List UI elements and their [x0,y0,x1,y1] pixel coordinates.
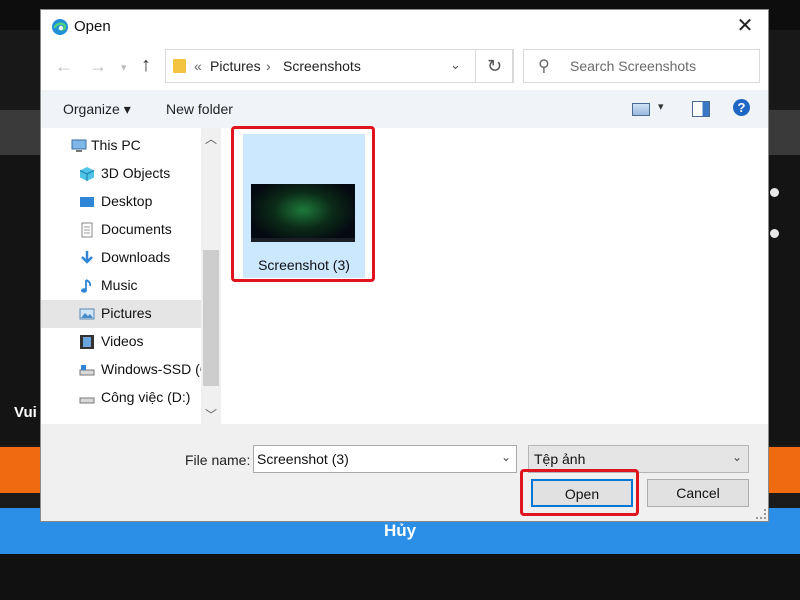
arrow-right-icon[interactable]: → [89,56,107,77]
preview-pane-icon[interactable] [692,101,710,117]
file-list: Screenshot (3) [221,126,768,424]
sidebar-item-label: Windows-SSD (C [101,361,210,377]
sidebar-item-3d-objects[interactable]: 3D Objects [41,160,201,188]
chevron-down-icon[interactable]: ▾ [658,100,664,113]
sidebar-item-label: Videos [101,333,144,349]
download-icon [81,251,93,264]
arrow-left-icon[interactable]: ← [55,56,73,77]
breadcrumb-separator: › [266,58,271,74]
breadcrumb-overflow[interactable]: « [194,58,202,74]
dialog-titlebar[interactable]: Open ✕ [41,10,768,44]
sidebar-item-videos[interactable]: Videos [41,328,201,356]
chevron-down-icon: ⌄ [731,450,742,464]
navigation-pane: This PC 3D Objects Desktop Documents Dow… [41,128,221,424]
chevron-down-icon[interactable]: ▾ [121,61,127,74]
sidebar-item-desktop[interactable]: Desktop [41,188,201,216]
sidebar-item-label: Desktop [101,193,153,209]
search-placeholder: Search Screenshots [570,58,697,74]
refresh-icon: ↻ [486,56,503,76]
navigation-bar: ← → ▾ ↑ « Pictures › Screenshots ⌄ ↻ ⚲ S… [41,44,768,90]
new-folder-button[interactable]: New folder [166,101,233,117]
file-name-value: Screenshot (3) [257,451,349,467]
organize-button[interactable]: Organize ▾ [63,101,131,118]
sidebar-item-label: This PC [91,137,141,153]
sidebar-item-label: Pictures [101,305,152,321]
music-icon [81,279,92,293]
video-icon [80,335,94,349]
sidebar-item-this-pc[interactable]: This PC [41,132,201,160]
sidebar-item-label: Documents [101,221,172,237]
sidebar-item-label: 3D Objects [101,165,171,181]
dialog-footer: File name: Screenshot (3) ⌄ Tệp ảnh ⌄ Op… [41,424,768,521]
sidebar-item-pictures[interactable]: Pictures [41,300,201,328]
scrollbar-thumb[interactable] [203,250,219,386]
highlight-box-open [520,469,639,516]
highlight-box-file [231,126,375,282]
scroll-up-icon[interactable]: ︿ [205,130,217,147]
sidebar-item-cong-viec[interactable]: Công việc (D:) [41,384,201,412]
drive-icon [79,397,95,404]
arrow-up-icon[interactable]: ↑ [141,54,151,77]
navigation-scrollbar[interactable]: ︿ ﹀ [201,128,221,424]
file-name-input[interactable]: Screenshot (3) ⌄ [253,445,517,473]
sidebar-item-label: Công việc (D:) [101,389,191,405]
sidebar-item-documents[interactable]: Documents [41,216,201,244]
sidebar-item-label: Downloads [101,249,171,265]
document-icon [81,222,93,238]
resize-grip[interactable] [756,509,766,519]
chevron-down-icon[interactable]: ⌄ [450,57,461,73]
view-options-icon[interactable] [632,103,650,116]
background-cancel-label: Hủy [383,521,417,540]
edge-browser-icon [52,19,68,35]
background-side-text: Vui [14,404,37,421]
scroll-down-icon[interactable]: ﹀ [205,406,217,423]
cancel-button[interactable]: Cancel [647,479,749,507]
command-toolbar: Organize ▾ New folder ▾ ? [41,90,768,128]
dialog-title: Open [74,18,111,35]
open-file-dialog: Open ✕ ← → ▾ ↑ « Pictures › Screenshots … [40,9,769,522]
breadcrumb-pictures[interactable]: Pictures [210,58,261,74]
refresh-button[interactable]: ↻ [475,49,514,83]
background-bottom [0,554,800,600]
background-dot [770,188,779,197]
cube-icon [79,167,95,181]
computer-icon [71,139,87,152]
folder-icon [173,59,186,73]
close-button[interactable]: ✕ [722,10,768,42]
background-dot [770,229,779,238]
sidebar-item-label: Music [101,277,138,293]
file-name-label: File name: [185,452,251,468]
sidebar-item-windows-ssd[interactable]: Windows-SSD (C [41,356,210,384]
picture-icon [79,308,95,320]
address-bar[interactable]: « Pictures › Screenshots ⌄ [165,49,513,83]
search-icon: ⚲ [538,58,550,75]
search-input[interactable]: ⚲ Search Screenshots [523,49,760,83]
chevron-down-icon[interactable]: ⌄ [501,450,511,464]
desktop-icon [80,197,94,207]
breadcrumb-screenshots[interactable]: Screenshots [283,58,361,74]
drive-icon [79,365,95,376]
file-type-value: Tệp ảnh [534,451,586,467]
help-icon[interactable]: ? [733,99,750,116]
sidebar-item-music[interactable]: Music [41,272,201,300]
sidebar-item-downloads[interactable]: Downloads [41,244,201,272]
